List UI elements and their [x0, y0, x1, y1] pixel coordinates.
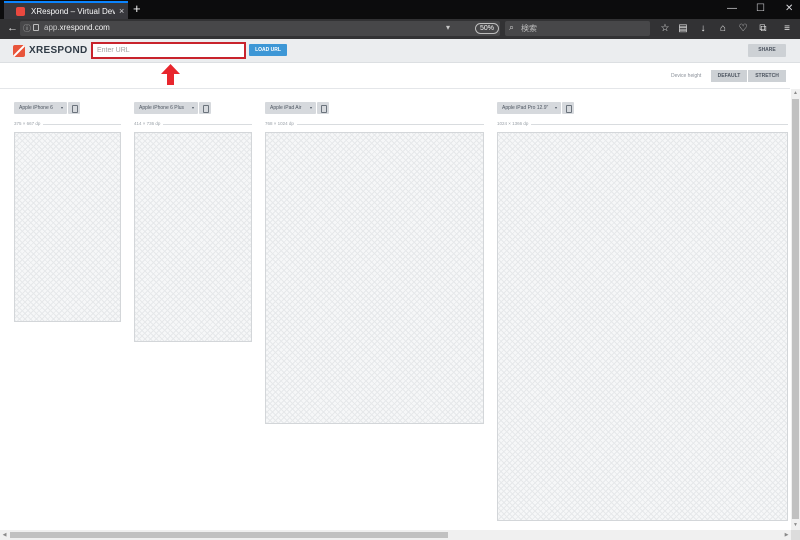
horizontal-scrollbar[interactable]: ◀ ▶ — [0, 530, 791, 540]
url-input[interactable] — [91, 42, 246, 59]
back-arrow-icon[interactable]: ← — [7, 22, 18, 34]
brand-name: XRESPOND — [29, 45, 88, 56]
stretch-height-button[interactable]: STRETCH — [748, 70, 786, 82]
reading-list-icon[interactable]: ▤ — [676, 21, 690, 36]
lock-icon — [33, 24, 39, 31]
device-frame-ipad-pro[interactable] — [497, 132, 788, 521]
chevron-down-icon: ▾ — [191, 105, 194, 110]
pocket-icon[interactable]: ♡ — [736, 21, 750, 36]
address-text[interactable]: app.xrespond.com — [44, 23, 110, 32]
search-icon: ⌕ — [509, 22, 515, 32]
device-select-iphone-6[interactable]: Apple iPhone 6 ▾ — [14, 102, 67, 114]
scroll-up-icon[interactable]: ▲ — [791, 89, 800, 98]
device-select-label: Apple iPad Air — [270, 105, 302, 111]
address-domain: xrespond.com — [59, 23, 110, 32]
header-divider — [0, 88, 790, 89]
chevron-down-icon: ▾ — [554, 105, 557, 110]
browser-tab-bar: XRespond – Virtual Device L × + — ☐ ✕ — [0, 0, 800, 19]
vertical-scrollbar[interactable]: ▲ ▼ — [791, 89, 800, 530]
device-size-label: 375 × 667 dp — [14, 121, 44, 127]
share-button[interactable]: SHARE — [748, 44, 786, 57]
browser-search-box[interactable]: ⌕ 検索 — [505, 21, 650, 36]
xrespond-favicon-icon — [16, 6, 25, 16]
chevron-down-icon: ▾ — [309, 105, 312, 110]
url-dropdown-icon[interactable]: ▾ — [446, 23, 450, 32]
info-icon[interactable]: ⓘ — [23, 23, 31, 34]
minimize-icon[interactable]: — — [727, 2, 737, 16]
zoom-level-badge[interactable]: 50% — [475, 23, 500, 34]
home-icon[interactable]: ⌂ — [716, 21, 730, 36]
size-divider — [265, 124, 484, 125]
tab-title: XRespond – Virtual Device L — [31, 6, 115, 16]
device-select-label: Apple iPad Pro 12.9" — [502, 105, 549, 111]
device-select-label: Apple iPhone 6 Plus — [139, 105, 185, 111]
default-height-button[interactable]: DEFAULT — [711, 70, 747, 82]
search-placeholder: 検索 — [521, 24, 537, 33]
rotate-device-icon[interactable] — [562, 102, 574, 114]
bookmark-star-icon[interactable]: ☆ — [658, 21, 672, 36]
load-url-button[interactable]: LOAD URL — [249, 44, 287, 56]
maximize-icon[interactable]: ☐ — [756, 2, 765, 16]
device-frame-iphone-6[interactable] — [14, 132, 121, 322]
device-select-iphone-6-plus[interactable]: Apple iPhone 6 Plus ▾ — [134, 102, 198, 114]
new-tab-plus-icon[interactable]: + — [133, 1, 141, 17]
horizontal-scroll-thumb[interactable] — [10, 532, 448, 538]
chevron-down-icon: ▾ — [60, 105, 63, 110]
rotate-device-icon[interactable] — [317, 102, 329, 114]
address-prefix: app. — [44, 23, 60, 32]
device-height-label: Device height — [671, 73, 702, 79]
red-arrow-annotation-icon — [161, 64, 180, 85]
scrollbar-corner — [791, 530, 800, 540]
hamburger-menu-icon[interactable]: ≡ — [780, 21, 794, 36]
device-select-label: Apple iPhone 6 — [19, 105, 53, 111]
device-size-label: 1024 × 1366 dp — [497, 121, 532, 127]
rotate-device-icon[interactable] — [199, 102, 211, 114]
xrespond-logo-icon — [13, 45, 25, 57]
scroll-down-icon[interactable]: ▼ — [791, 521, 800, 530]
device-frame-iphone-6-plus[interactable] — [134, 132, 252, 342]
scroll-right-icon[interactable]: ▶ — [782, 530, 791, 540]
rotate-device-icon[interactable] — [68, 102, 80, 114]
device-frame-ipad-air[interactable] — [265, 132, 484, 424]
browser-nav-bar: ← ⓘ app.xrespond.com ▾ 50% ↻ ⌕ 検索 ☆ ▤ ↓ … — [0, 19, 800, 39]
size-divider — [497, 124, 788, 125]
close-window-icon[interactable]: ✕ — [785, 2, 793, 16]
device-size-label: 414 × 736 dp — [134, 121, 164, 127]
device-select-ipad-air[interactable]: Apple iPad Air ▾ — [265, 102, 316, 114]
address-bar[interactable]: ⓘ app.xrespond.com ▾ 50% ↻ — [20, 21, 514, 36]
browser-tab[interactable]: XRespond – Virtual Device L × — [4, 1, 128, 19]
device-select-ipad-pro[interactable]: Apple iPad Pro 12.9" ▾ — [497, 102, 561, 114]
device-size-label: 768 × 1024 dp — [265, 121, 297, 127]
screenshot-icon[interactable]: ⧉ — [756, 21, 770, 36]
tab-close-icon[interactable]: × — [119, 6, 124, 16]
download-icon[interactable]: ↓ — [696, 21, 710, 36]
vertical-scroll-thumb[interactable] — [792, 99, 799, 519]
scroll-left-icon[interactable]: ◀ — [0, 530, 9, 540]
